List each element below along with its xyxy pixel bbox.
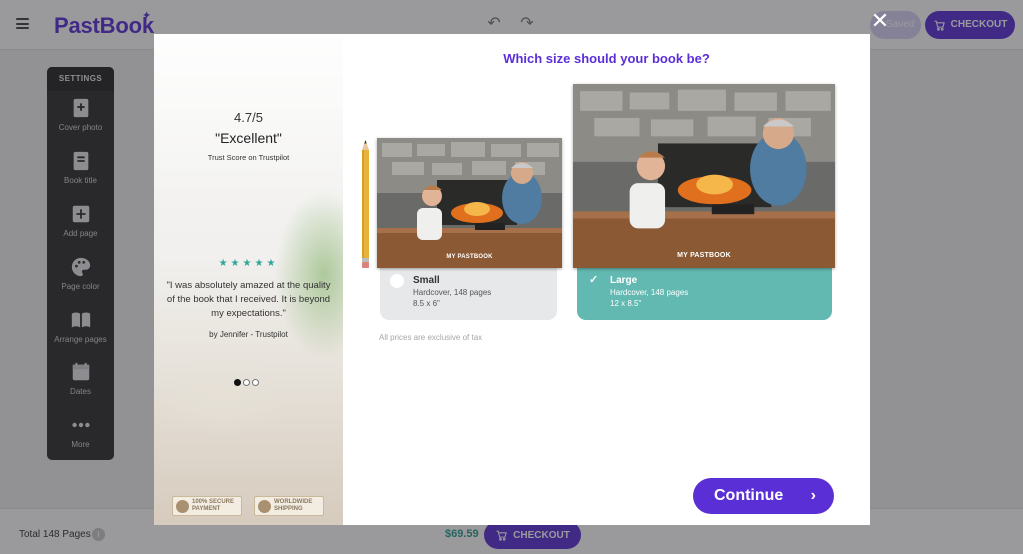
badge-line2: Payment (192, 506, 221, 512)
badge-line1: Worldwide (274, 499, 313, 505)
family-photo-cover (573, 84, 835, 268)
carousel-dot-1[interactable] (234, 379, 241, 386)
worldwide-shipping-badge: Worldwide Shipping (254, 496, 324, 516)
cover-title: MY PASTBOOK (446, 254, 493, 260)
book-cover-large[interactable]: MY PASTBOOK (573, 84, 835, 268)
tax-note: All prices are exclusive of tax (379, 333, 483, 342)
book-size-modal: 4.7/5 "Excellent" Trust Score on Trustpi… (154, 34, 870, 525)
checkmark-icon: ✓ (589, 274, 599, 286)
secure-payment-badge: 100% Secure Payment (172, 496, 242, 516)
rating-word: "Excellent" (215, 130, 282, 146)
cover-title: MY PASTBOOK (677, 252, 731, 259)
size-option-large[interactable]: ✓ Large Hardcover, 148 pages 12 x 8.5" (577, 267, 832, 320)
pencil-scale-icon (362, 140, 369, 268)
size-option-small[interactable]: Small Hardcover, 148 pages 8.5 x 6" (380, 267, 557, 320)
chevron-right-icon: › (810, 487, 816, 504)
badge-line2: Shipping (274, 506, 303, 512)
rating-score: 4.7/5 (234, 110, 263, 125)
badge-line1: 100% Secure (192, 499, 235, 505)
option-description: Hardcover, 148 pages (413, 288, 492, 297)
option-name: Large (610, 275, 638, 286)
family-photo-cover (377, 138, 562, 268)
size-selection-panel: Which size should your book be? Small Ha… (343, 34, 870, 525)
testimonial-panel: 4.7/5 "Excellent" Trust Score on Trustpi… (154, 34, 343, 525)
size-question: Which size should your book be? (503, 51, 710, 66)
radio-unselected-icon[interactable] (390, 274, 404, 288)
testimonial-quote: "I was absolutely amazed at the quality … (166, 280, 331, 319)
star-rating-icon: ★★★★★ (218, 258, 279, 269)
carousel-dot-3[interactable] (252, 379, 259, 386)
carousel-dot-2[interactable] (243, 379, 250, 386)
option-dimensions: 8.5 x 6" (413, 299, 440, 308)
truck-icon (258, 499, 271, 513)
option-name: Small (413, 275, 440, 286)
carousel-dots (234, 379, 259, 386)
testimonial-author: by Jennifer - Trustpilot (209, 330, 288, 339)
close-icon[interactable]: ✕ (869, 10, 891, 32)
option-description: Hardcover, 148 pages (610, 288, 689, 297)
trust-score-line: Trust Score on Trustpilot (207, 153, 290, 162)
option-dimensions: 12 x 8.5" (610, 299, 642, 308)
continue-label: Continue (714, 487, 784, 504)
lock-icon (176, 499, 189, 513)
continue-button[interactable]: Continue › (693, 478, 834, 514)
book-cover-small[interactable]: MY PASTBOOK (377, 138, 562, 268)
